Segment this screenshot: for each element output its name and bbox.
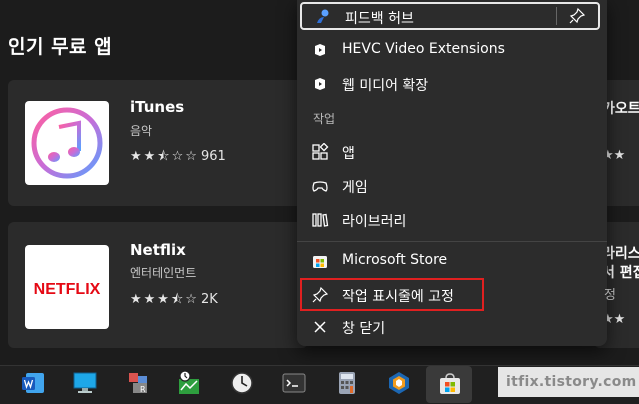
app-package-icon xyxy=(315,78,325,90)
rating-stars: ★★★⯪☆ xyxy=(130,292,199,307)
partial-app-title: 카오트 xyxy=(602,101,639,117)
close-window-item[interactable]: 창 닫기 xyxy=(297,311,607,343)
microsoft-store-icon[interactable] xyxy=(437,371,463,397)
task-item-library[interactable]: 라이브러리 xyxy=(297,204,607,236)
feedback-hub-icon xyxy=(317,9,329,23)
rating-count: 2K xyxy=(200,292,218,307)
itunes-icon xyxy=(25,101,109,185)
app-package-icon xyxy=(315,44,325,56)
app-category: 음악 xyxy=(130,124,153,138)
netflix-logo-text: NETFLIX xyxy=(34,281,101,298)
calculator-icon[interactable] xyxy=(334,370,360,396)
menu-item-label: 피드백 허브 xyxy=(345,11,414,27)
microsoft-store-icon xyxy=(313,256,327,268)
highlight-box xyxy=(300,278,484,311)
app-rating: ★★⯪☆☆ 961 xyxy=(130,147,226,169)
task-item-games[interactable]: 게임 xyxy=(297,170,607,202)
menu-item-label: 앱 xyxy=(342,146,355,162)
watermark: itfix.tistory.com xyxy=(498,367,639,397)
monitor-icon[interactable] xyxy=(72,370,98,396)
app-category: 엔터테인먼트 xyxy=(130,266,197,280)
rating-count: 961 xyxy=(200,149,226,164)
app-card-netflix[interactable]: NETFLIX Netflix 엔터테인먼트 ★★★⯪☆ 2K xyxy=(8,222,308,348)
menu-section-header: 작업 xyxy=(313,112,336,126)
feedback-hub-item[interactable]: 피드백 허브 xyxy=(300,2,600,30)
partial-app-title-2: 서 편집 xyxy=(602,265,639,281)
pin-hint-text: 정 xyxy=(604,288,616,303)
process-monitor-icon[interactable] xyxy=(176,370,202,396)
menu-item-label: 라이브러리 xyxy=(342,214,407,230)
menu-item-label: 웹 미디어 확장 xyxy=(342,78,429,94)
menu-item-label: HEVC Video Extensions xyxy=(342,41,505,57)
menu-item-label: Microsoft Store xyxy=(342,252,448,268)
menu-divider xyxy=(297,241,607,242)
app-name: iTunes xyxy=(130,98,185,116)
recent-item-webmedia[interactable]: 웹 미디어 확장 xyxy=(297,68,607,100)
partial-app-title: 라리스 xyxy=(602,246,639,262)
task-item-apps[interactable]: 앱 xyxy=(297,136,607,168)
clock-icon[interactable] xyxy=(229,370,255,396)
apps-grid-icon xyxy=(312,143,329,160)
close-icon xyxy=(314,321,326,333)
recent-item-hevc[interactable]: HEVC Video Extensions xyxy=(297,34,607,66)
svg-text:R: R xyxy=(140,385,146,394)
rating-stars: ★★⯪☆☆ xyxy=(130,149,199,164)
app-card-itunes[interactable]: iTunes 음악 ★★⯪☆☆ 961 xyxy=(8,80,308,206)
menu-item-label: 창 닫기 xyxy=(342,321,386,337)
gamepad-icon xyxy=(312,181,328,192)
word-icon[interactable] xyxy=(20,370,46,396)
app-name: Netflix xyxy=(130,241,186,259)
section-title: 인기 무료 앱 xyxy=(8,36,113,58)
registry-editor-icon[interactable]: R xyxy=(126,370,152,396)
pin-icon[interactable] xyxy=(568,7,586,25)
terminal-icon[interactable] xyxy=(281,370,307,396)
netflix-icon: NETFLIX xyxy=(25,245,109,329)
virtualbox-icon[interactable] xyxy=(386,370,412,396)
app-rating: ★★★⯪☆ 2K xyxy=(130,290,218,312)
menu-item-label: 게임 xyxy=(342,180,368,196)
divider xyxy=(556,7,557,25)
app-item-microsoft-store[interactable]: Microsoft Store xyxy=(297,245,607,277)
library-icon xyxy=(312,213,329,227)
